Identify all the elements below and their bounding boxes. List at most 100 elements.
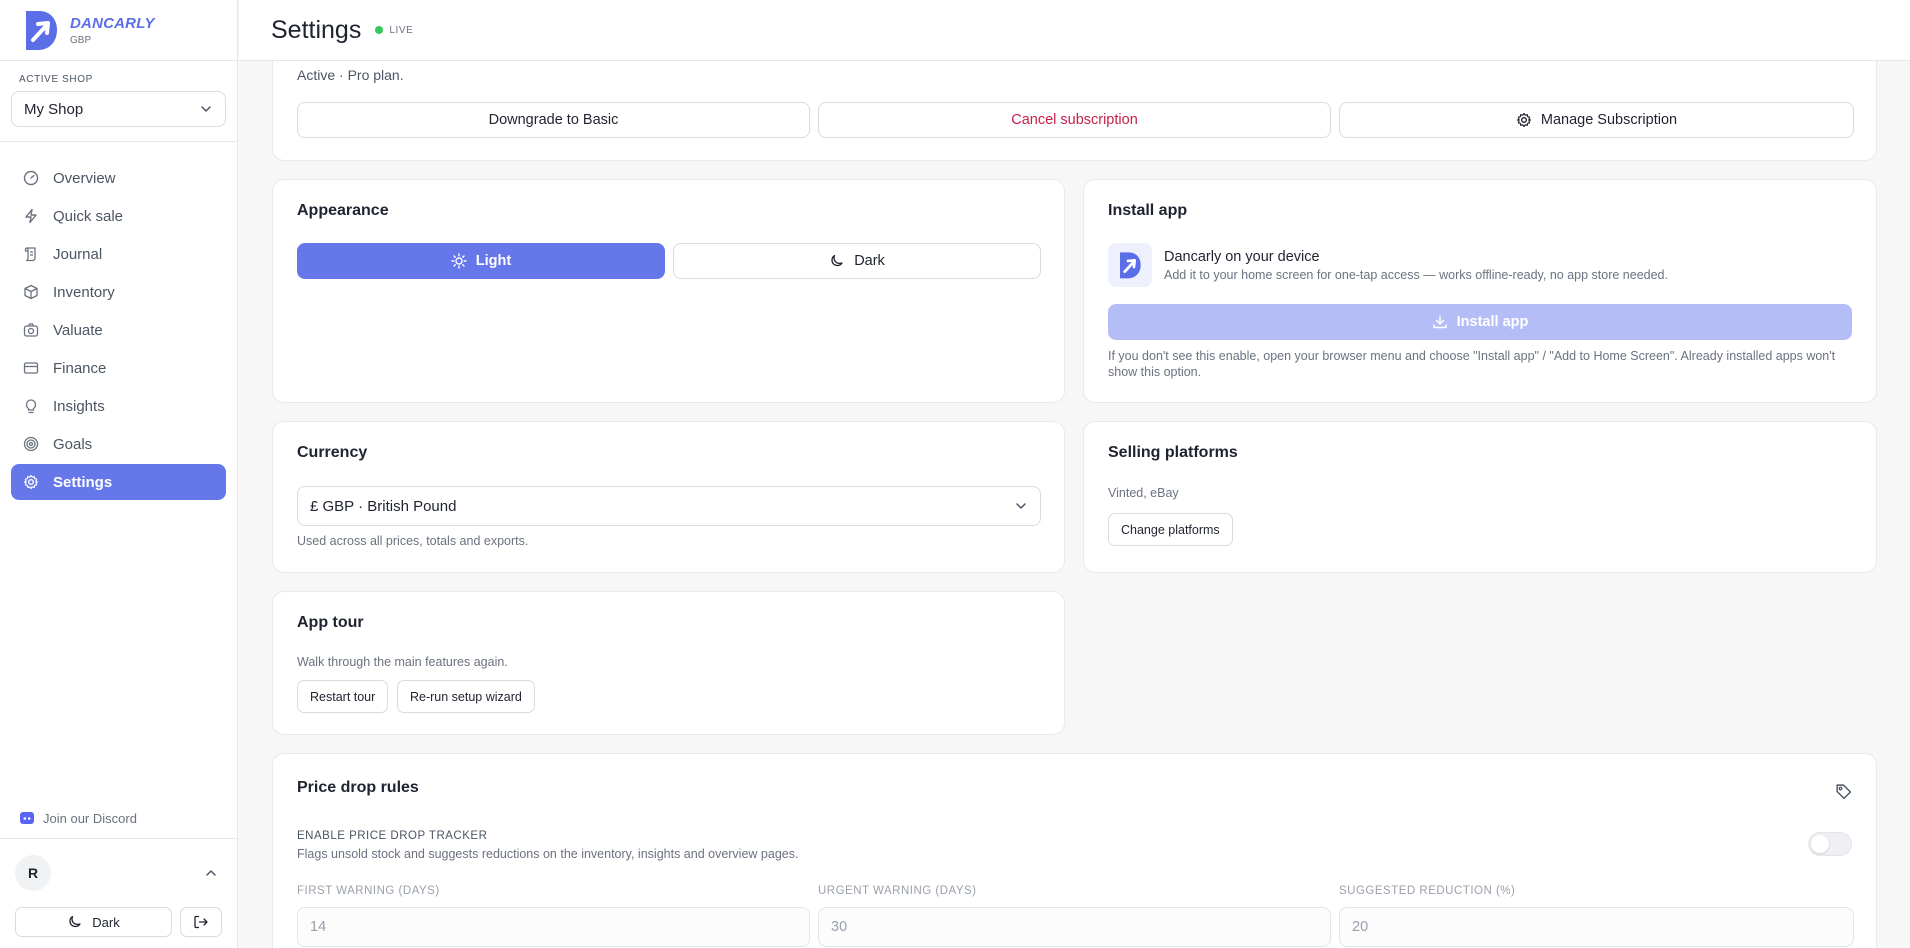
- downgrade-button[interactable]: Downgrade to Basic: [297, 102, 810, 138]
- nav-label-goals: Goals: [53, 435, 93, 453]
- moon-icon: [69, 915, 81, 928]
- theme-toggle-label: Dark: [92, 914, 120, 930]
- nav-item-journal[interactable]: Journal: [11, 236, 226, 272]
- live-dot: [375, 26, 384, 34]
- currency-card: Currency £ GBP · British Pound Used acro…: [272, 421, 1065, 573]
- subscription-status: Active · Pro plan.: [297, 67, 404, 83]
- nav-label-overview: Overview: [53, 169, 116, 187]
- rerun-setup-wizard-label: Re-run setup wizard: [410, 689, 522, 704]
- nav-item-goals[interactable]: Goals: [11, 426, 226, 462]
- nav-item-quick-sale[interactable]: Quick sale: [11, 198, 226, 234]
- sidebar: DANCARLY GBP ACTIVE SHOP My Shop Overvie…: [0, 0, 238, 948]
- restart-tour-label: Restart tour: [310, 689, 376, 704]
- nav-label-insights: Insights: [53, 397, 105, 415]
- theme-light-label: Light: [475, 253, 512, 269]
- downgrade-label: Downgrade to Basic: [488, 112, 619, 128]
- gear-icon: [23, 474, 39, 490]
- theme-toggle-button[interactable]: Dark: [15, 907, 172, 937]
- change-platforms-button[interactable]: Change platforms: [1108, 513, 1233, 546]
- cancel-subscription-button[interactable]: Cancel subscription: [818, 102, 1331, 138]
- brand-currency: GBP: [70, 34, 92, 46]
- lightning-icon: [25, 208, 37, 224]
- install-note: If you don't see this enable, open your …: [1108, 349, 1836, 379]
- selling-platforms-title: Selling platforms: [1108, 444, 1238, 461]
- tag-icon: [1836, 784, 1852, 800]
- chevron-up-icon: [206, 870, 216, 876]
- install-app-card: Install app Dancarly on your device Add …: [1083, 179, 1877, 403]
- discord-icon: [20, 812, 34, 824]
- active-shop-label: ACTIVE SHOP: [19, 74, 93, 85]
- app-tour-card: App tour Walk through the main features …: [272, 591, 1065, 735]
- selling-platforms-list: Vinted, eBay: [1108, 486, 1179, 500]
- install-app-button[interactable]: Install app: [1108, 304, 1852, 340]
- avatar: R: [15, 855, 51, 891]
- page-title: Settings: [271, 15, 362, 44]
- nav-item-inventory[interactable]: Inventory: [11, 274, 226, 310]
- page-header: Settings LIVE: [239, 0, 1910, 61]
- urgent-warning-value: 30: [831, 919, 848, 935]
- shop-select-value: My Shop: [24, 100, 84, 118]
- nav-label-journal: Journal: [53, 245, 103, 263]
- package-icon: [24, 284, 38, 300]
- dancarly-logo-icon: [1120, 252, 1141, 279]
- price-drop-enable-description: Flags unsold stock and suggests reductio…: [297, 847, 799, 861]
- brand-name: DANCARLY: [70, 14, 155, 32]
- first-warning-value: 14: [310, 919, 327, 935]
- active-shop-block: ACTIVE SHOP My Shop: [0, 61, 237, 142]
- install-description: Add it to your home screen for one-tap a…: [1164, 268, 1668, 282]
- suggested-reduction-input[interactable]: 20: [1339, 907, 1854, 947]
- nav-label-quick-sale: Quick sale: [53, 207, 124, 225]
- restart-tour-button[interactable]: Restart tour: [297, 680, 389, 713]
- live-status: LIVE: [375, 25, 413, 36]
- install-app-button-label: Install app: [1456, 314, 1529, 330]
- price-drop-rules-title: Price drop rules: [297, 779, 419, 796]
- currency-select[interactable]: £ GBP · British Pound: [297, 486, 1041, 526]
- manage-subscription-button[interactable]: Manage Subscription: [1339, 102, 1854, 138]
- suggested-reduction-value: 20: [1352, 919, 1369, 935]
- nav-label-valuate: Valuate: [53, 321, 103, 339]
- brand-logo-icon: [26, 11, 57, 50]
- main-nav: Overview Quick sale Journal Inventory Va…: [0, 142, 237, 500]
- nav-item-valuate[interactable]: Valuate: [11, 312, 226, 348]
- currency-title: Currency: [297, 444, 368, 461]
- install-app-title: Install app: [1108, 202, 1188, 219]
- selling-platforms-card: Selling platforms Vinted, eBay Change pl…: [1083, 421, 1877, 573]
- appearance-title: Appearance: [297, 202, 389, 219]
- price-drop-toggle[interactable]: [1808, 832, 1852, 856]
- sun-icon: [451, 253, 467, 269]
- camera-icon: [23, 323, 39, 337]
- shop-select[interactable]: My Shop: [11, 91, 226, 127]
- chevron-down-icon: [1016, 503, 1026, 509]
- credit-card-icon: [23, 362, 39, 374]
- install-heading: Dancarly on your device: [1164, 249, 1320, 265]
- nav-item-finance[interactable]: Finance: [11, 350, 226, 386]
- nav-label-inventory: Inventory: [53, 283, 115, 301]
- manage-subscription-label: Manage Subscription: [1540, 112, 1678, 128]
- nav-item-settings[interactable]: Settings: [11, 464, 226, 500]
- discord-link[interactable]: Join our Discord: [19, 810, 137, 826]
- app-tour-title: App tour: [297, 614, 364, 631]
- rerun-setup-wizard-button[interactable]: Re-run setup wizard: [397, 680, 535, 713]
- nav-label-settings: Settings: [53, 473, 113, 491]
- theme-light-option[interactable]: Light: [297, 243, 665, 279]
- gauge-icon: [23, 170, 39, 186]
- first-warning-label: FIRST WARNING (DAYS): [297, 885, 440, 897]
- price-drop-rules-card: Price drop rules ENABLE PRICE DROP TRACK…: [272, 753, 1877, 948]
- scroll-icon: [24, 247, 36, 262]
- urgent-warning-input[interactable]: 30: [818, 907, 1331, 947]
- discord-label: Join our Discord: [43, 810, 137, 826]
- nav-label-finance: Finance: [53, 359, 107, 377]
- logout-button[interactable]: [180, 907, 222, 937]
- theme-dark-option[interactable]: Dark: [673, 243, 1041, 279]
- brand[interactable]: DANCARLY GBP: [0, 0, 237, 61]
- first-warning-input[interactable]: 14: [297, 907, 810, 947]
- suggested-reduction-label: SUGGESTED REDUCTION (%): [1339, 885, 1516, 897]
- nav-item-insights[interactable]: Insights: [11, 388, 226, 424]
- user-menu[interactable]: R: [15, 855, 223, 891]
- live-label: LIVE: [389, 24, 414, 36]
- app-tour-description: Walk through the main features again.: [297, 655, 508, 669]
- lightbulb-icon: [25, 399, 37, 414]
- moon-icon: [831, 254, 843, 267]
- nav-item-overview[interactable]: Overview: [11, 160, 226, 196]
- cancel-subscription-label: Cancel subscription: [1011, 112, 1138, 128]
